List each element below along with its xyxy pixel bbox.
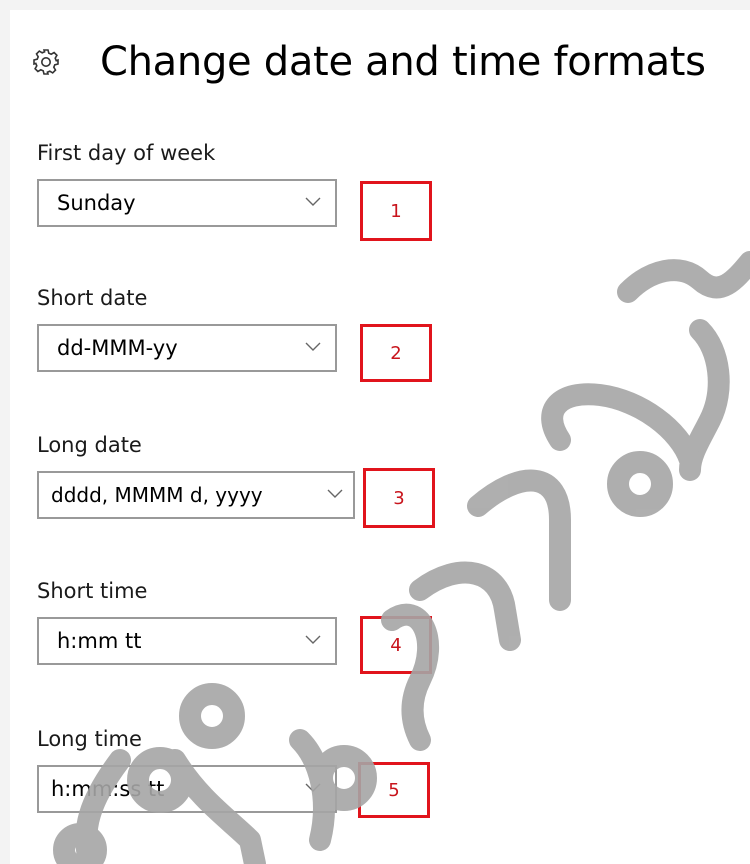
marker-number: 2 <box>390 342 402 364</box>
marker-number: 5 <box>388 779 400 801</box>
callout-marker-2: 2 <box>360 324 432 382</box>
dropdown-value: dddd, MMMM d, yyyy <box>51 483 263 507</box>
setting-label: Long time <box>37 727 142 751</box>
chevron-down-icon <box>305 783 321 792</box>
long-time-dropdown[interactable]: h:mm:ss tt <box>37 765 337 813</box>
page-header: Change date and time formats <box>30 34 706 90</box>
short-time-dropdown[interactable]: h:mm tt <box>37 617 337 665</box>
setting-label: Long date <box>37 433 142 457</box>
chevron-down-icon <box>305 342 321 351</box>
setting-short-time: Short time h:mm tt <box>37 576 337 665</box>
dropdown-value: h:mm:ss tt <box>51 777 165 801</box>
marker-number: 1 <box>390 200 402 222</box>
setting-long-time: Long time h:mm:ss tt <box>37 724 337 813</box>
window-frame-top <box>0 0 750 10</box>
callout-marker-3: 3 <box>363 468 435 528</box>
marker-number: 4 <box>390 634 402 656</box>
setting-label: First day of week <box>37 141 216 165</box>
callout-marker-1: 1 <box>360 181 432 241</box>
gear-icon <box>30 46 62 78</box>
page-title: Change date and time formats <box>100 39 706 85</box>
setting-first-day-of-week: First day of week Sunday <box>37 138 337 227</box>
dropdown-value: Sunday <box>57 191 136 215</box>
long-date-dropdown[interactable]: dddd, MMMM d, yyyy <box>37 471 355 519</box>
callout-marker-4: 4 <box>360 616 432 674</box>
window-frame-left <box>0 0 10 864</box>
dropdown-value: dd-MMM-yy <box>57 336 178 360</box>
setting-label: Short date <box>37 286 148 310</box>
first-day-of-week-dropdown[interactable]: Sunday <box>37 179 337 227</box>
setting-long-date: Long date dddd, MMMM d, yyyy <box>37 430 355 519</box>
callout-marker-5: 5 <box>358 762 430 818</box>
setting-label: Short time <box>37 579 148 603</box>
dropdown-value: h:mm tt <box>57 629 142 653</box>
setting-short-date: Short date dd-MMM-yy <box>37 283 337 372</box>
chevron-down-icon <box>327 489 343 498</box>
chevron-down-icon <box>305 635 321 644</box>
short-date-dropdown[interactable]: dd-MMM-yy <box>37 324 337 372</box>
chevron-down-icon <box>305 197 321 206</box>
marker-number: 3 <box>393 487 405 509</box>
